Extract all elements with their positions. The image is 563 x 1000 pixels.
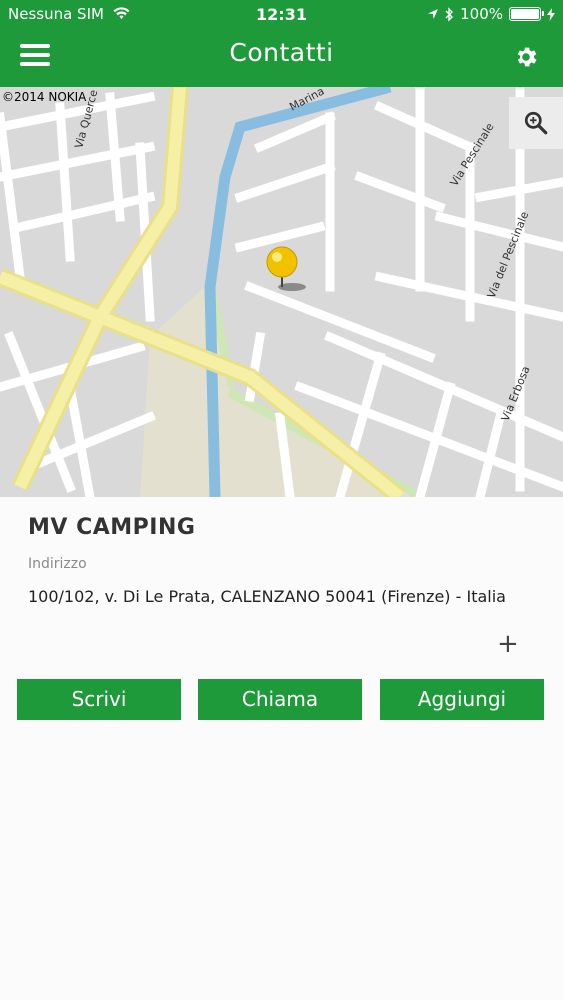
charging-icon — [547, 7, 555, 21]
navbar: Contatti — [0, 30, 563, 87]
status-bar: Nessuna SIM 12:31 100% — [0, 0, 563, 30]
add-contact-button[interactable]: Aggiungi — [380, 679, 544, 720]
app-header: Nessuna SIM 12:31 100% Contatti — [0, 0, 563, 87]
location-arrow-icon — [428, 9, 439, 19]
battery-fill — [511, 9, 539, 19]
call-button[interactable]: Chiama — [198, 679, 362, 720]
page-title: Contatti — [229, 38, 334, 67]
map-pin-icon[interactable] — [266, 246, 306, 291]
status-right: 100% — [427, 5, 555, 23]
contact-name: MV CAMPING — [28, 515, 196, 540]
map-view[interactable]: Via Querce Marina Via Pescinale Via del … — [0, 87, 563, 497]
search-icon — [524, 111, 548, 135]
map-canvas: Via Querce Marina Via Pescinale Via del … — [0, 87, 563, 497]
bluetooth-icon — [445, 6, 454, 22]
expand-button[interactable]: + — [497, 631, 519, 657]
gear-icon — [517, 47, 537, 67]
action-bar: Scrivi Chiama Aggiungi — [17, 679, 544, 720]
write-button[interactable]: Scrivi — [17, 679, 181, 720]
battery-icon — [509, 7, 544, 21]
address-value: 100/102, v. Di Le Prata, CALENZANO 50041… — [28, 587, 506, 606]
battery-percent: 100% — [460, 5, 503, 23]
settings-button[interactable] — [513, 44, 539, 70]
address-label: Indirizzo — [28, 556, 87, 572]
map-copyright: ©2014 NOKIA — [2, 90, 87, 104]
map-zoom-button[interactable] — [509, 97, 563, 149]
